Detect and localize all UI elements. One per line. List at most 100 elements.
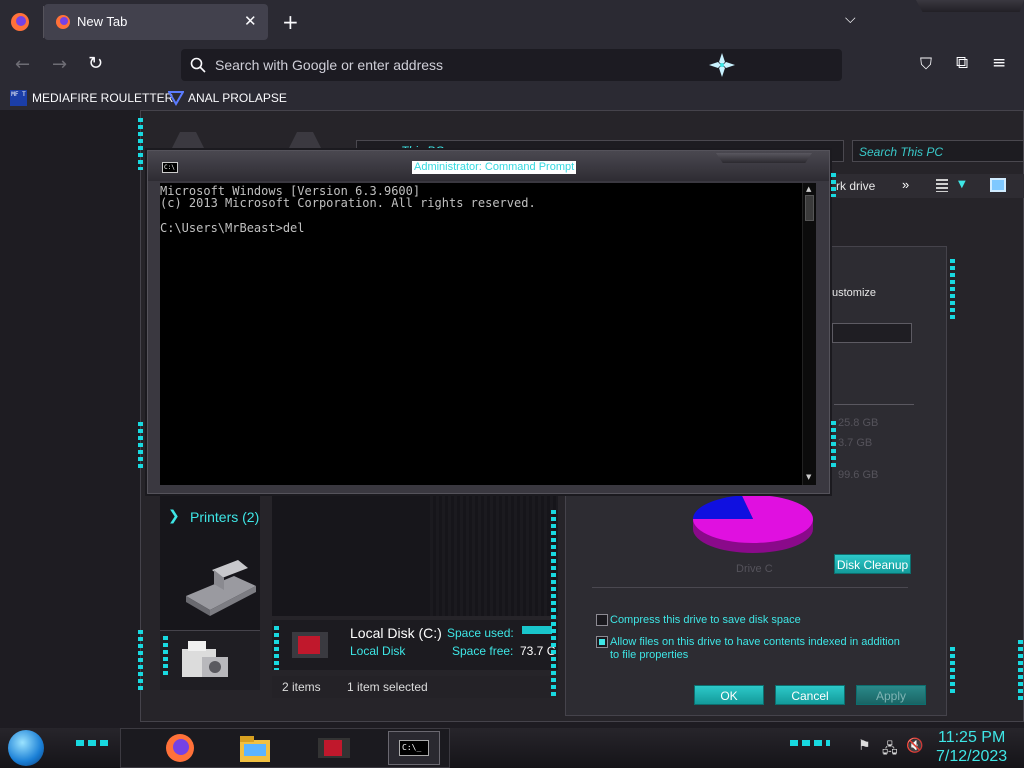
frame-light-strip: [950, 647, 955, 693]
status-bar: 2 items 1 item selected: [272, 676, 558, 698]
forward-arrow-icon[interactable]: →: [52, 56, 67, 74]
ok-button[interactable]: OK: [694, 685, 764, 705]
start-orb-button[interactable]: [8, 730, 44, 766]
nav-pane: ❯ Printers (2): [160, 492, 260, 632]
space-used-label: Space used:: [447, 626, 514, 640]
cmd-taskbar-button[interactable]: C:\_: [388, 731, 440, 765]
cmd-window-title: Administrator: Command Prompt: [412, 161, 577, 174]
disk-type: Local Disk: [350, 644, 406, 658]
capacity-value: 99.6 GB: [838, 469, 879, 481]
printer-camera-icon: [182, 641, 228, 677]
view-options-icon[interactable]: [936, 179, 948, 192]
disk-app-taskbar-icon[interactable]: [314, 734, 354, 762]
frame-light-strip: [138, 118, 143, 170]
index-label: Allow files on this drive to have conten…: [610, 636, 900, 661]
explorer-search-box[interactable]: Search This PC: [852, 140, 1024, 162]
command-prompt-window: C:\ Administrator: Command Prompt Micros…: [147, 150, 836, 494]
checkbox-checked-mark: [599, 639, 605, 645]
free-space-value: 3.7 GB: [838, 437, 873, 449]
tab-new-tab[interactable]: New Tab ✕: [44, 4, 268, 40]
apply-button[interactable]: Apply: [856, 685, 926, 705]
bookmark-mediafire[interactable]: MF T MEDIAFIRE ROULETTER: [10, 89, 178, 107]
cancel-button[interactable]: Cancel: [775, 685, 845, 705]
drive-name-label: Drive C: [736, 563, 773, 575]
url-placeholder: Search with Google or enter address: [215, 57, 444, 73]
url-bar[interactable]: Search with Google or enter address: [181, 49, 842, 81]
separator: [592, 587, 908, 588]
details-pane: Local Disk (C:) Local Disk Space used: S…: [272, 620, 558, 670]
close-tab-icon[interactable]: ✕: [244, 14, 257, 29]
cmd-output: Microsoft Windows [Version 6.3.9600] (c) …: [160, 183, 536, 234]
dropdown-arrow-icon[interactable]: ▼: [958, 179, 966, 190]
search-icon: [190, 57, 206, 73]
taskbar-light-strip: [790, 740, 830, 746]
cmd-scrollbar[interactable]: ▲ ▼: [802, 183, 816, 485]
clock-time[interactable]: 11:25 PM: [938, 729, 1005, 747]
mediafire-bookmark-icon: MF T: [10, 90, 27, 106]
firefox-icon: [56, 15, 70, 29]
volume-muted-icon[interactable]: 🔇: [906, 738, 923, 754]
cmd-taskbar-icon: C:\_: [399, 740, 429, 756]
map-network-drive-button[interactable]: rk drive: [836, 179, 875, 193]
index-checkbox[interactable]: [596, 636, 608, 648]
tab-title: New Tab: [77, 14, 128, 29]
back-arrow-icon[interactable]: ←: [15, 56, 30, 74]
scroll-thumb[interactable]: [805, 195, 814, 221]
frame-light-strip: [831, 173, 836, 197]
cmd-window-icon: C:\: [162, 162, 178, 173]
cmd-prompt-line: C:\Users\MrBeast>del: [160, 220, 305, 235]
network-error-icon[interactable]: 🖧: [882, 738, 898, 762]
explorer-command-bar: rk drive » ▼: [830, 174, 1024, 198]
more-commands-chevron-icon[interactable]: »: [902, 177, 909, 192]
action-center-flag-icon[interactable]: ⚑: [858, 738, 871, 754]
cmd-line: (c) 2013 Microsoft Corporation. All righ…: [160, 196, 536, 211]
disk-cleanup-button[interactable]: Disk Cleanup: [834, 554, 911, 574]
window-controls[interactable]: [716, 153, 812, 163]
compress-checkbox[interactable]: [596, 614, 608, 626]
taskbar: C:\_ ⚑ 🖧 🔇 11:25 PM 7/12/2023: [0, 728, 1024, 768]
space-used-bar: [522, 626, 552, 634]
space-free-label: Space free:: [452, 644, 514, 658]
window-frame-decoration: [916, 0, 1024, 12]
crosshair-cursor-icon: [709, 53, 735, 77]
firefox-view-button[interactable]: [8, 10, 32, 34]
extensions-icon[interactable]: ⧉: [956, 55, 968, 72]
printers-label[interactable]: Printers (2): [190, 509, 259, 525]
new-tab-button[interactable]: +: [282, 12, 299, 32]
status-selected-count: 1 item selected: [347, 680, 428, 694]
frame-light-strip: [831, 421, 836, 469]
disk-usage-pie-chart: [693, 495, 813, 553]
cmd-title-bar[interactable]: C:\ Administrator: Command Prompt: [148, 151, 829, 181]
menu-hamburger-icon[interactable]: ≡: [992, 55, 1006, 72]
bookmarks-bar: MF T MEDIAFIRE ROULETTER ANAL PROLAPSE: [0, 86, 1024, 110]
scroll-up-arrow-icon[interactable]: ▲: [806, 185, 811, 193]
bookmark-second[interactable]: ANAL PROLAPSE: [168, 89, 298, 107]
preview-pane-icon[interactable]: [990, 178, 1006, 192]
file-explorer-taskbar-icon[interactable]: [238, 732, 272, 764]
frame-light-strip: [138, 422, 143, 470]
search-placeholder: Search This PC: [859, 145, 944, 159]
firefox-taskbar-icon[interactable]: [164, 732, 196, 764]
frame-light-strip: [950, 259, 955, 319]
pocket-icon[interactable]: ⛉: [920, 56, 932, 72]
bookmark-label: MEDIAFIRE ROULETTER: [32, 91, 174, 105]
taskbar-light-strip: [76, 740, 112, 746]
compress-label: Compress this drive to save disk space: [610, 614, 801, 626]
file-list: [272, 492, 558, 616]
tab-customize[interactable]: ustomize: [832, 287, 876, 299]
fax-printer-icon: [186, 560, 256, 616]
frame-light-strip: [274, 626, 279, 670]
clock-date[interactable]: 7/12/2023: [936, 748, 1007, 766]
bookmark-favicon-icon: [168, 91, 184, 106]
disk-name: Local Disk (C:): [350, 625, 442, 641]
cmd-console[interactable]: Microsoft Windows [Version 6.3.9600] (c) …: [160, 183, 816, 485]
reload-icon[interactable]: ↻: [88, 55, 103, 73]
details-icon-pane: [160, 630, 260, 690]
drive-label-field[interactable]: [832, 323, 912, 343]
list-all-tabs-chevron-icon[interactable]: ⌵: [845, 12, 856, 26]
scroll-down-arrow-icon[interactable]: ▼: [806, 473, 811, 481]
frame-light-strip: [551, 510, 556, 696]
type-info: [834, 359, 914, 405]
frame-light-strip: [163, 636, 168, 676]
used-space-value: 25.8 GB: [838, 417, 879, 429]
